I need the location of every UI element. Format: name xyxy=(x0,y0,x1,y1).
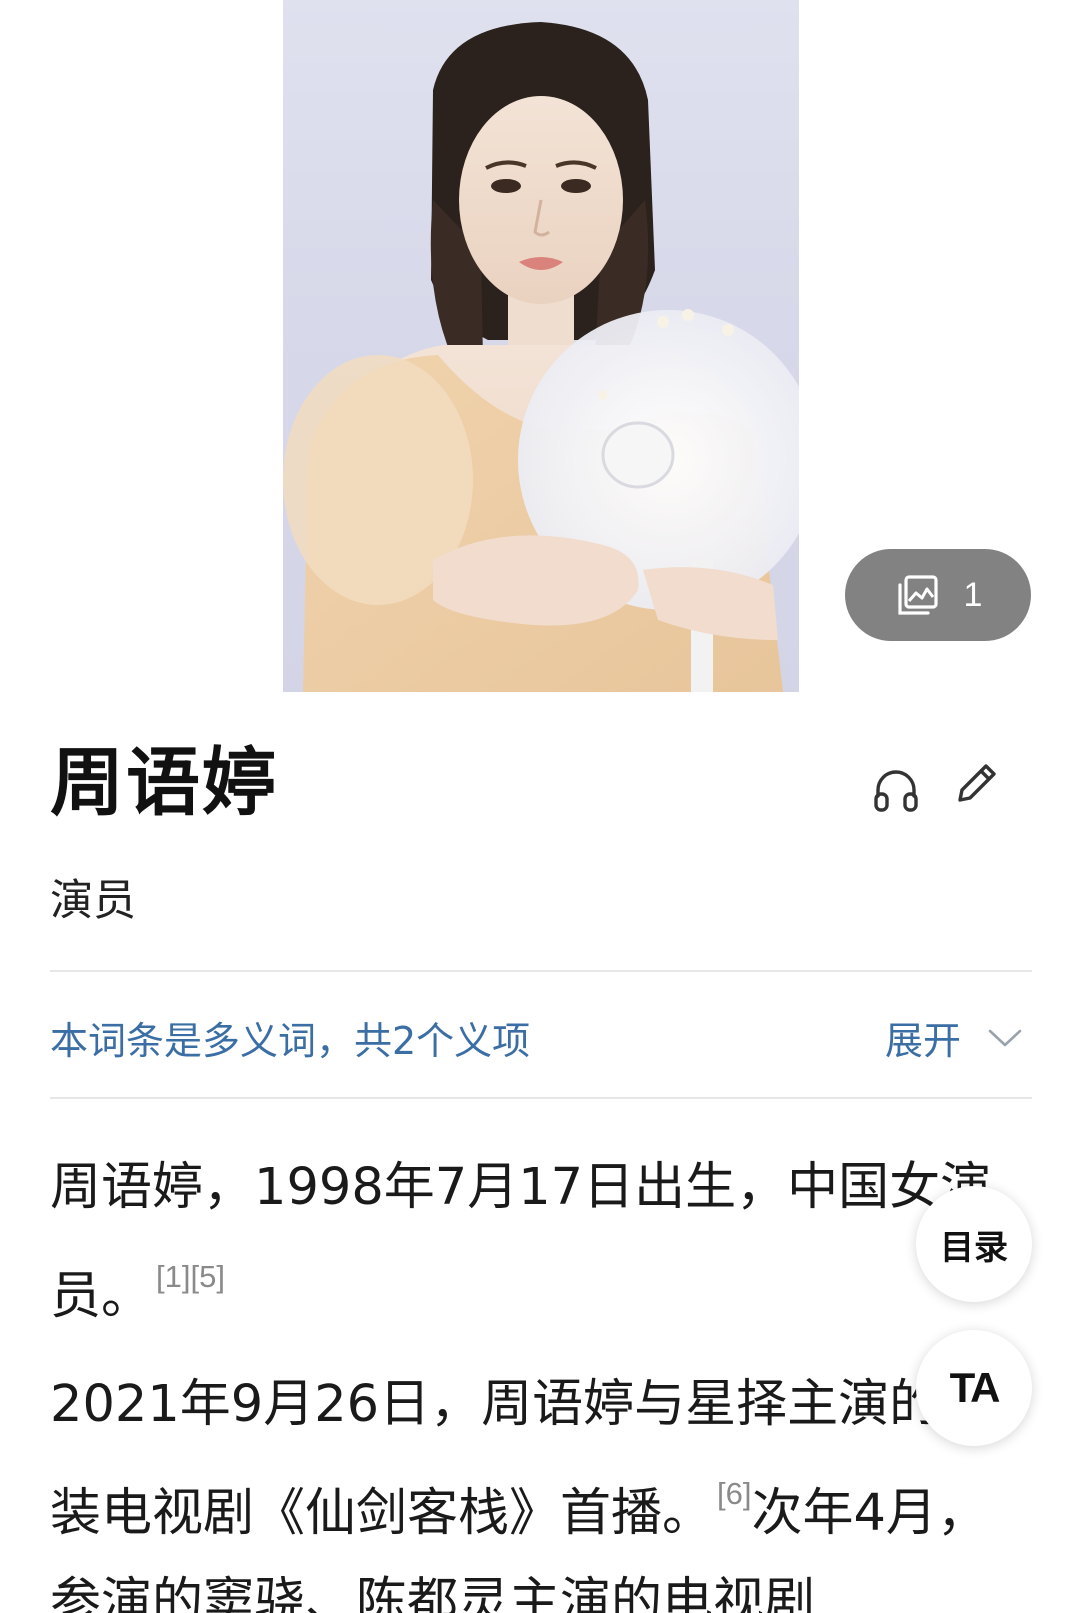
font-size-button[interactable]: TA xyxy=(916,1330,1032,1446)
polysemy-notice[interactable]: 本词条是多义词，共2个义项 xyxy=(50,1010,530,1065)
citation-refs: [1][5] xyxy=(156,1259,225,1294)
summary-paragraph: 周语婷，1998年7月17日出生，中国女演员。 [1][5] xyxy=(50,1143,1020,1341)
entry-portrait-image[interactable] xyxy=(283,0,799,692)
toc-label: 目录 xyxy=(940,1227,1008,1268)
page-title: 周语婷 xyxy=(50,740,278,826)
polysemy-expand-button[interactable]: 展开 xyxy=(885,1010,1023,1065)
entry-subtitle: 演员 xyxy=(50,876,136,926)
portrait-illustration xyxy=(283,22,799,692)
edit-button[interactable] xyxy=(948,756,1004,812)
body-paragraph: 2021年9月26日，周语婷与星择主演的古装电视剧《仙剑客栈》首播。 [6]次年4… xyxy=(50,1360,1020,1613)
citation-link[interactable]: [6] xyxy=(717,1476,751,1511)
pencil-icon xyxy=(958,764,996,802)
paragraph-text: 周语婷，1998年7月17日出生，中国女演员。 xyxy=(50,1158,992,1326)
chevron-down-icon xyxy=(988,1029,1022,1046)
divider xyxy=(50,970,1032,972)
gallery-count-button[interactable]: 1 xyxy=(845,549,1031,641)
headphones-icon xyxy=(874,770,918,812)
image-gallery-icon xyxy=(897,575,938,615)
listen-button[interactable] xyxy=(868,762,924,818)
citation-refs: [6] xyxy=(717,1476,751,1511)
divider xyxy=(50,1097,1032,1099)
expand-label: 展开 xyxy=(885,1019,962,1063)
encyclopedia-entry-page: 1 周语婷 演员 本词条是多义词，共2个义项 展开 周语婷，1998年7月17日… xyxy=(0,0,1080,1613)
font-size-label: TA xyxy=(949,1364,1001,1411)
gallery-count: 1 xyxy=(963,575,983,614)
citation-link[interactable]: [1] xyxy=(156,1259,190,1294)
citation-link[interactable]: [5] xyxy=(190,1259,224,1294)
table-of-contents-button[interactable]: 目录 xyxy=(916,1186,1032,1302)
